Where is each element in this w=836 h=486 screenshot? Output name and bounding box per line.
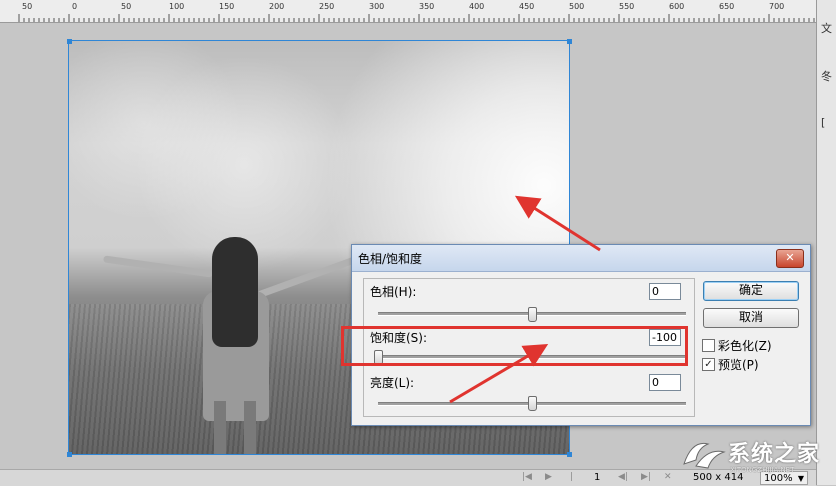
prev-frame-icon[interactable]: ◀| [618, 472, 628, 482]
hue-input[interactable]: 0 [649, 283, 681, 300]
right-arm [256, 254, 362, 299]
close-icon: ✕ [785, 251, 795, 264]
page-number: 1 [594, 472, 601, 483]
ruler-label: 200 [269, 2, 285, 11]
stop-icon[interactable]: ✕ [664, 472, 672, 482]
ruler-label: 50 [22, 2, 33, 11]
watermark-brand: 系统之家 [728, 442, 821, 467]
ruler-label: 650 [719, 2, 735, 11]
ruler-label: 500 [569, 2, 585, 11]
selection-handle[interactable] [567, 39, 572, 44]
ok-button[interactable]: 确定 [703, 281, 799, 301]
saturation-highlight-box [341, 326, 688, 366]
colorize-label: 彩色化(Z) [718, 339, 772, 353]
ruler-label: 450 [519, 2, 535, 11]
panel-glyph: 冬 [821, 70, 832, 83]
watermark-logo-icon [683, 442, 726, 469]
watermark: 系统之家 XITONGZHIJIA.NET [678, 430, 830, 480]
first-page-icon[interactable]: |◀ [522, 472, 532, 482]
colorize-checkbox[interactable] [702, 339, 715, 352]
panel-glyph: 文 [821, 22, 832, 35]
ruler-label: 700 [769, 2, 785, 11]
hue-label: 色相(H): [370, 285, 417, 299]
preview-checkbox[interactable]: ✓ [702, 358, 715, 371]
selection-handle[interactable] [567, 452, 572, 457]
ruler-label: 550 [619, 2, 635, 11]
ruler-label: 600 [669, 2, 685, 11]
checkmark-icon: ✓ [704, 359, 713, 370]
girl-hair [212, 237, 258, 347]
prev-icon[interactable]: | [570, 472, 573, 482]
ruler-label: 150 [219, 2, 235, 11]
play-icon[interactable]: ▶ [545, 472, 552, 482]
horizontal-ruler: 50 0 50 100 150 200 250 300 350 400 450 … [0, 0, 816, 23]
selection-handle[interactable] [67, 452, 72, 457]
selection-handle[interactable] [67, 39, 72, 44]
right-panel-edge: 文 冬 [ [816, 0, 836, 485]
ruler-label: 100 [169, 2, 185, 11]
girl-leg [214, 401, 226, 454]
close-button[interactable]: ✕ [776, 249, 804, 268]
ruler-label: 400 [469, 2, 485, 11]
preview-label: 预览(P) [718, 358, 759, 372]
watermark-url: XITONGZHIJIA.NET [730, 466, 795, 474]
ruler-label: 50 [121, 2, 132, 11]
ruler-label: 0 [72, 2, 78, 11]
next-frame-icon[interactable]: ▶| [641, 472, 651, 482]
ruler-ticks [18, 14, 815, 22]
dialog-titlebar[interactable]: 色相/饱和度 ✕ [352, 245, 810, 272]
cancel-button[interactable]: 取消 [703, 308, 799, 328]
lightness-label: 亮度(L): [370, 376, 415, 390]
panel-glyph: [ [821, 116, 826, 129]
left-arm [103, 255, 213, 278]
dialog-title: 色相/饱和度 [358, 252, 423, 266]
ruler-label: 350 [419, 2, 435, 11]
lightness-slider-thumb[interactable] [528, 396, 537, 411]
girl-leg [244, 401, 256, 454]
hue-slider-thumb[interactable] [528, 307, 537, 322]
lightness-input[interactable]: 0 [649, 374, 681, 391]
ruler-label: 300 [369, 2, 385, 11]
ruler-label: 250 [319, 2, 335, 11]
